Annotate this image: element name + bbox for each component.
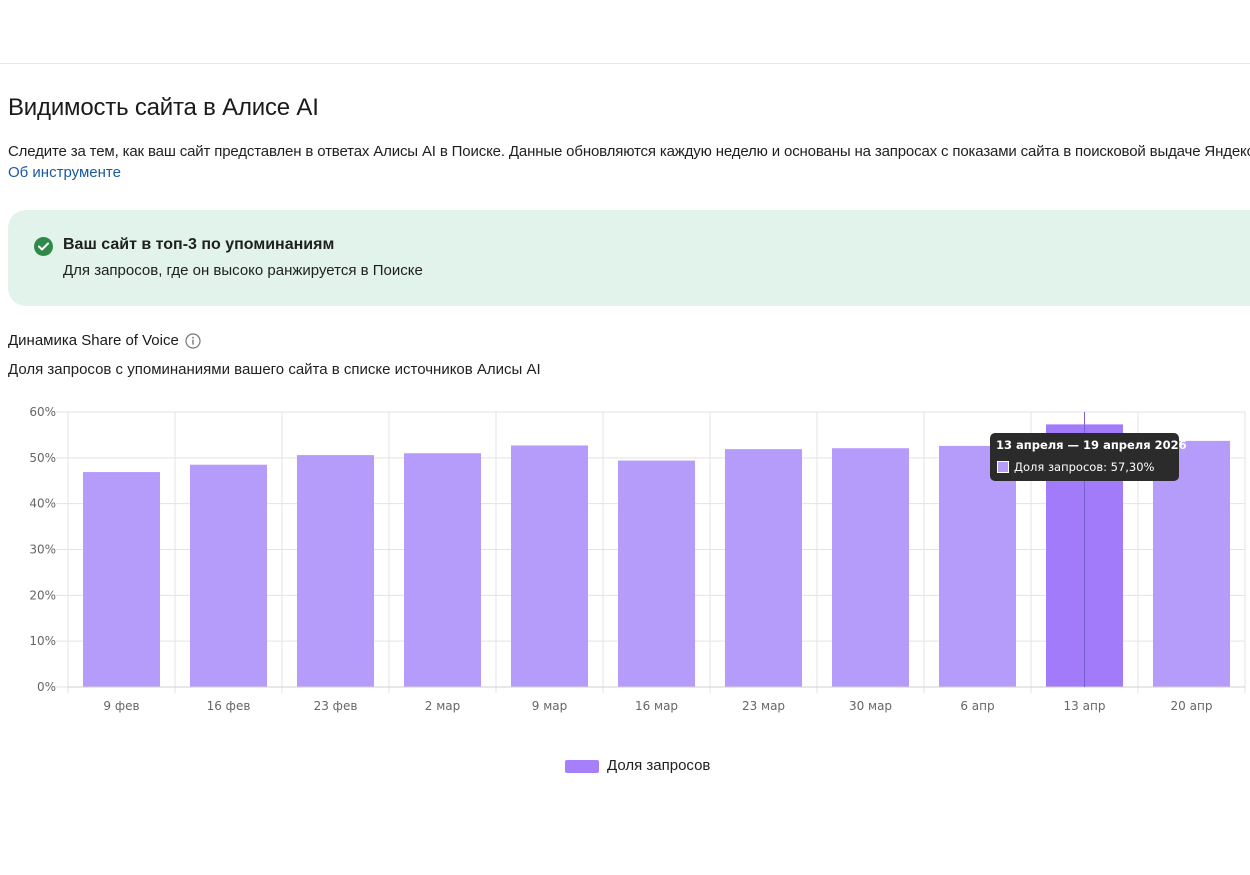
top-3-notice: Ваш сайт в топ-3 по упоминаниям Для запр… bbox=[8, 210, 1250, 306]
tooltip-swatch bbox=[997, 461, 1009, 473]
x-tick-label: 16 мар bbox=[635, 699, 678, 713]
top-bar bbox=[0, 0, 1250, 64]
y-tick-label: 10% bbox=[29, 634, 56, 648]
chart-bar[interactable] bbox=[938, 445, 1017, 687]
legend-swatch bbox=[565, 760, 599, 773]
x-tick-label: 23 мар bbox=[742, 699, 785, 713]
notice-subtitle: Для запросов, где он высоко ранжируется … bbox=[63, 262, 423, 279]
y-tick-label: 40% bbox=[29, 497, 56, 511]
chart-bar[interactable] bbox=[831, 448, 910, 687]
chart-bar[interactable] bbox=[296, 455, 375, 687]
x-tick-label: 2 мар bbox=[425, 699, 460, 713]
page-description: Следите за тем, как ваш сайт представлен… bbox=[8, 143, 1250, 160]
x-tick-label: 6 апр bbox=[960, 699, 994, 713]
legend-label: Доля запросов bbox=[607, 757, 711, 774]
chart-section-subtitle: Доля запросов с упоминаниями вашего сайт… bbox=[8, 361, 541, 378]
y-tick-label: 20% bbox=[29, 588, 56, 602]
chart-bar[interactable] bbox=[82, 472, 161, 687]
x-tick-label: 16 фев bbox=[207, 699, 251, 713]
x-tick-label: 9 фев bbox=[103, 699, 139, 713]
x-tick-label: 23 фев bbox=[314, 699, 358, 713]
y-tick-label: 30% bbox=[29, 543, 56, 557]
y-tick-label: 60% bbox=[29, 405, 56, 419]
x-tick-label: 30 мар bbox=[849, 699, 892, 713]
chart-section-title: Динамика Share of Voice bbox=[8, 332, 179, 349]
chart-bar[interactable] bbox=[617, 460, 696, 687]
tooltip-title: 13 апреля — 19 апреля 2026 bbox=[996, 438, 1187, 452]
x-tick-label: 20 апр bbox=[1171, 699, 1213, 713]
info-icon[interactable] bbox=[185, 333, 201, 349]
page-title: Видимость сайта в Алисе AI bbox=[8, 94, 319, 121]
chart-bar[interactable] bbox=[403, 453, 482, 687]
tooltip-value: Доля запросов: 57,30% bbox=[1014, 460, 1155, 474]
chart-bar[interactable] bbox=[510, 445, 589, 687]
chart-tooltip: 13 апреля — 19 апреля 2026 Доля запросов… bbox=[990, 433, 1187, 481]
chart-bar[interactable] bbox=[724, 449, 803, 687]
x-tick-label: 13 апр bbox=[1064, 699, 1106, 713]
x-tick-label: 9 мар bbox=[532, 699, 567, 713]
check-circle-icon bbox=[34, 237, 53, 256]
notice-title: Ваш сайт в топ-3 по упоминаниям bbox=[63, 236, 335, 253]
about-tool-link[interactable]: Об инструменте bbox=[8, 164, 121, 181]
y-tick-label: 0% bbox=[37, 680, 56, 694]
chart-bar[interactable] bbox=[189, 464, 268, 687]
y-tick-label: 50% bbox=[29, 451, 56, 465]
